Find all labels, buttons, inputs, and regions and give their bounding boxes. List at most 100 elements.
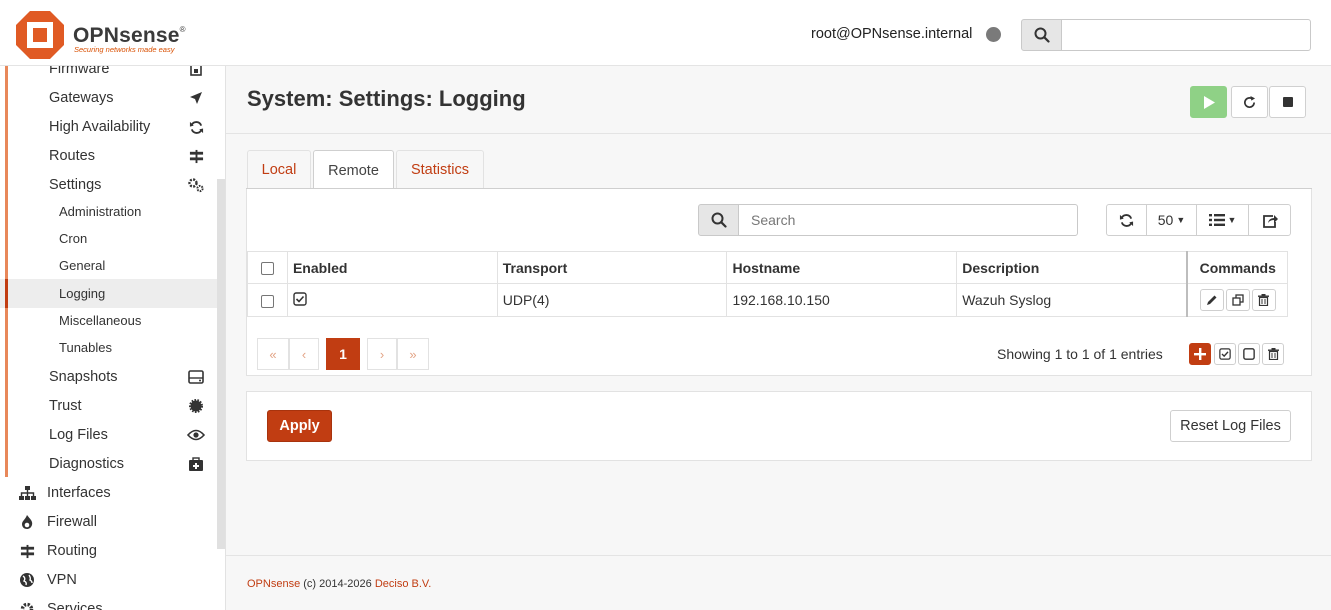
- table-row[interactable]: UDP(4) 192.168.10.150 Wazuh Syslog: [247, 283, 1289, 317]
- column-hostname[interactable]: Hostname: [726, 251, 958, 284]
- actions-panel: [246, 391, 1312, 461]
- sidebar-item-services[interactable]: Services: [0, 594, 217, 610]
- enable-selected-button[interactable]: [1214, 343, 1236, 365]
- pagination-next[interactable]: ›: [367, 338, 397, 370]
- cogs-icon: [187, 176, 205, 194]
- pagination-last[interactable]: »: [397, 338, 429, 370]
- table-header-row: Enabled Transport Hostname Description C…: [247, 251, 1289, 284]
- delete-selected-button[interactable]: [1262, 343, 1284, 365]
- check-square-icon[interactable]: [293, 291, 307, 306]
- sidebar-item-vpn[interactable]: VPN: [0, 565, 217, 594]
- caret-down-icon: ▼: [1227, 215, 1237, 225]
- row-description-cell: Wazuh Syslog: [956, 283, 1188, 317]
- sidebar-item-interfaces[interactable]: Interfaces: [0, 478, 217, 507]
- column-transport[interactable]: Transport: [496, 251, 728, 284]
- sidebar: Firmware Gateways High Availability Rout…: [0, 66, 226, 610]
- tab-statistics[interactable]: Statistics: [396, 150, 484, 189]
- medkit-icon: [187, 455, 205, 473]
- pencil-icon: [1206, 295, 1217, 305]
- sidebar-scrollbar[interactable]: [217, 179, 225, 549]
- export-button[interactable]: [1248, 204, 1291, 236]
- row-commands-cell: [1186, 283, 1289, 317]
- add-button[interactable]: [1189, 343, 1211, 365]
- search-icon[interactable]: [698, 204, 739, 236]
- sidebar-item-general[interactable]: General: [0, 251, 217, 280]
- row-transport-cell: UDP(4): [496, 283, 728, 317]
- remote-logging-table: Enabled Transport Hostname Description C…: [247, 251, 1289, 317]
- play-icon: [1203, 95, 1215, 109]
- search-icon[interactable]: [1021, 19, 1062, 51]
- select-all-cell: [247, 251, 288, 284]
- reset-log-files-button[interactable]: Reset Log Files: [1170, 410, 1291, 442]
- sidebar-item-routes[interactable]: Routes: [0, 141, 217, 170]
- rows-per-page-dropdown[interactable]: 50 ▼: [1146, 204, 1197, 236]
- sidebar-item-gateways[interactable]: Gateways: [0, 83, 217, 112]
- footer: OPNsense (c) 2014-2026 Deciso B.V.: [247, 578, 432, 590]
- footer-company-link[interactable]: Deciso B.V.: [375, 578, 431, 590]
- sidebar-item-firmware[interactable]: Firmware: [0, 66, 217, 83]
- row-enabled-cell[interactable]: [286, 283, 498, 317]
- eye-icon: [187, 426, 205, 444]
- plus-icon: [1194, 348, 1206, 360]
- footer-brand-link[interactable]: OPNsense: [247, 578, 300, 590]
- tab-local[interactable]: Local: [247, 150, 311, 189]
- pagination-prev[interactable]: ‹: [289, 338, 319, 370]
- fire-icon: [18, 513, 36, 531]
- row-select-cell: [247, 283, 288, 317]
- column-commands: Commands: [1186, 251, 1289, 284]
- caret-down-icon: ▼: [1176, 215, 1186, 225]
- sidebar-item-high-availability[interactable]: High Availability: [0, 112, 217, 141]
- globe-icon: [18, 571, 36, 589]
- sidebar-item-cron[interactable]: Cron: [0, 224, 217, 253]
- grid-refresh-button[interactable]: [1106, 204, 1147, 236]
- refresh-icon: [1119, 213, 1134, 227]
- check-square-icon: [1219, 348, 1231, 360]
- trash-icon: [1267, 348, 1279, 360]
- column-selection-dropdown[interactable]: ▼: [1196, 204, 1249, 236]
- sidebar-item-log-files[interactable]: Log Files: [0, 420, 217, 449]
- sidebar-item-firewall[interactable]: Firewall: [0, 507, 217, 536]
- opnsense-logo-icon[interactable]: [16, 11, 64, 59]
- sidebar-item-snapshots[interactable]: Snapshots: [0, 362, 217, 391]
- title-separator: [226, 133, 1331, 134]
- column-description[interactable]: Description: [956, 251, 1188, 284]
- disable-selected-button[interactable]: [1238, 343, 1260, 365]
- column-enabled[interactable]: Enabled: [286, 251, 498, 284]
- service-restart-button[interactable]: [1231, 86, 1268, 118]
- sidebar-item-tunables[interactable]: Tunables: [0, 333, 217, 362]
- grid-search-input[interactable]: [738, 204, 1078, 236]
- firmware-icon: [187, 66, 205, 78]
- footer-separator: [226, 555, 1331, 556]
- user-label[interactable]: root@OPNsense.internal: [811, 26, 972, 42]
- pagination-page-1[interactable]: 1: [326, 338, 360, 370]
- clone-icon: [1232, 294, 1244, 306]
- square-icon: [1243, 348, 1255, 360]
- global-search-input[interactable]: [1061, 19, 1311, 51]
- sidebar-item-trust[interactable]: Trust: [0, 391, 217, 420]
- trash-icon: [1258, 294, 1270, 306]
- service-stop-button[interactable]: [1269, 86, 1306, 118]
- sidebar-item-routing[interactable]: Routing: [0, 536, 217, 565]
- delete-button[interactable]: [1251, 289, 1276, 311]
- apply-button[interactable]: Apply: [267, 410, 332, 442]
- select-all-checkbox[interactable]: [260, 262, 274, 276]
- sidebar-item-settings[interactable]: Settings: [0, 170, 217, 199]
- top-bar: OPNsense® Securing networks made easy ro…: [0, 0, 1331, 66]
- sidebar-item-administration[interactable]: Administration: [0, 197, 217, 226]
- list-icon: [1208, 214, 1225, 226]
- copy-button[interactable]: [1225, 289, 1250, 311]
- row-select-checkbox[interactable]: [260, 294, 274, 308]
- edit-button[interactable]: [1199, 289, 1224, 311]
- stop-icon: [1282, 97, 1293, 107]
- signpost-icon: [18, 542, 36, 560]
- sidebar-item-diagnostics[interactable]: Diagnostics: [0, 449, 217, 478]
- service-start-button[interactable]: [1190, 86, 1227, 118]
- pagination-first[interactable]: «: [257, 338, 289, 370]
- sidebar-item-miscellaneous[interactable]: Miscellaneous: [0, 306, 217, 335]
- tab-remote[interactable]: Remote: [313, 150, 394, 190]
- location-arrow-icon: [187, 89, 205, 107]
- share-icon: [1262, 214, 1278, 228]
- sidebar-item-logging[interactable]: Logging: [0, 279, 217, 308]
- brand-tagline: Securing networks made easy: [74, 45, 175, 54]
- status-indicator[interactable]: [986, 27, 1001, 42]
